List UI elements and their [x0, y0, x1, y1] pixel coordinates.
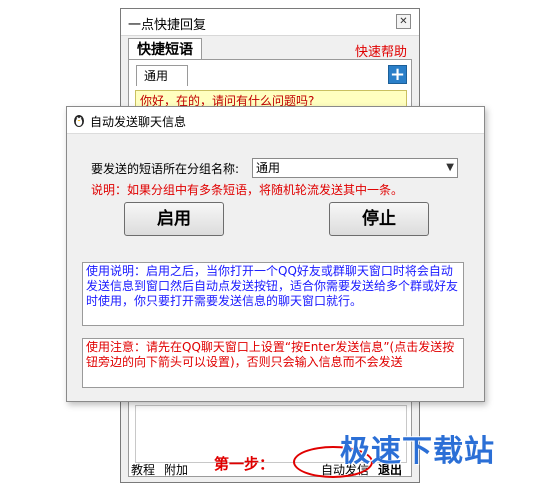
tab-quick-phrases[interactable]: 快捷短语: [128, 38, 202, 60]
quick-help-link[interactable]: 快速帮助: [355, 41, 407, 60]
add-icon[interactable]: +: [388, 65, 407, 84]
penguin-icon: [74, 115, 84, 127]
group-select[interactable]: 通用 ▼: [252, 158, 458, 178]
group-select-value: 通用: [256, 161, 281, 175]
auto-send-dialog: 自动发送聊天信息 要发送的短语所在分组名称: 通用 ▼ 说明：如果分组中有多条短…: [66, 106, 485, 402]
usage-instructions: 使用说明：启用之后，当你打开一个QQ好友或群聊天窗口时将会自动发送信息到窗口然后…: [82, 262, 464, 326]
tutorial-button[interactable]: 教程: [131, 461, 155, 478]
stop-button[interactable]: 停止: [329, 202, 429, 236]
window-titlebar: 一点快捷回复 ✕: [121, 9, 419, 36]
group-name-label: 要发送的短语所在分组名称:: [91, 162, 240, 176]
usage-warning: 使用注意：请先在QQ聊天窗口上设置“按Enter发送信息”(点击发送按钮旁边的向…: [82, 338, 464, 388]
window-title: 一点快捷回复: [128, 18, 207, 33]
attach-button[interactable]: 附加: [164, 461, 188, 478]
step-one-annotation: 第一步：: [214, 455, 275, 473]
watermark-logo: 极速下载站: [340, 434, 495, 469]
chevron-down-icon: ▼: [446, 162, 454, 173]
note-text: 说明：如果分组中有多条短语，将随机轮流发送其中一条。: [91, 183, 404, 197]
dialog-titlebar: 自动发送聊天信息: [67, 107, 484, 134]
start-button[interactable]: 启用: [124, 202, 224, 236]
tab-group-general[interactable]: 通用: [136, 65, 188, 86]
dialog-title: 自动发送聊天信息: [90, 115, 187, 129]
close-icon[interactable]: ✕: [396, 14, 411, 29]
